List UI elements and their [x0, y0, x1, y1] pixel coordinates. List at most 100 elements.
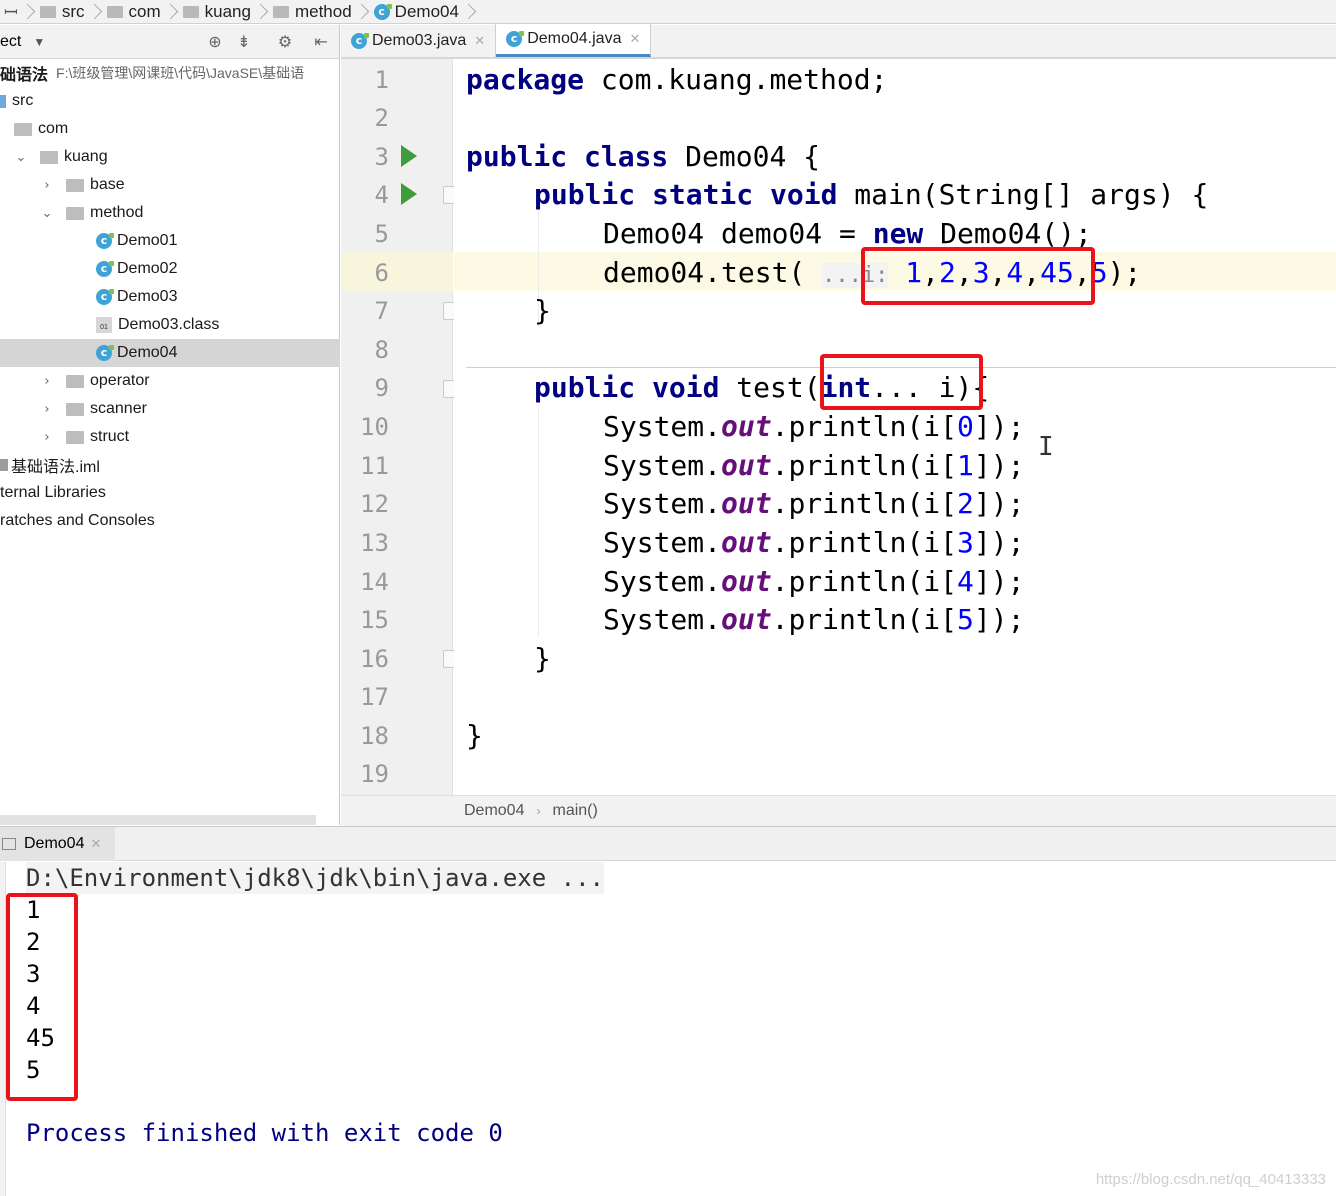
chevron-right-icon: ›: [536, 804, 541, 818]
tree-item-label: com: [38, 120, 69, 137]
code-line-13: System.out.println(i[3]);: [603, 526, 1025, 559]
chevron-down-icon[interactable]: ⌄: [12, 150, 30, 165]
tab-demo03-java[interactable]: c Demo03.java ✕: [341, 24, 497, 57]
project-toolbar: ect ▼ ⊕ ⇟ ⚙ ⇤: [0, 25, 339, 59]
tree-item-scratches[interactable]: ratches and Consoles: [0, 507, 340, 535]
line-number: 3: [374, 143, 389, 171]
nav-crumb-method[interactable]: method: [269, 2, 370, 22]
tree-item-demo03-class[interactable]: 01 Demo03.class: [0, 311, 340, 339]
tree-item-label: Demo01: [117, 232, 178, 249]
locate-icon[interactable]: ⊕: [206, 33, 224, 51]
tree-item-label: Demo03: [117, 288, 178, 305]
class-icon: c: [96, 261, 114, 277]
chevron-right-icon[interactable]: ›: [38, 178, 56, 193]
folder-icon: [14, 122, 32, 136]
code-line-14: System.out.println(i[4]);: [603, 565, 1025, 598]
nav-crumb-src[interactable]: src: [36, 2, 103, 22]
run-tab-label: Demo04: [24, 834, 85, 852]
folder-icon: [66, 430, 84, 444]
tree-item-com[interactable]: com: [0, 115, 340, 143]
chevron-right-icon[interactable]: ›: [38, 402, 56, 417]
chevron-right-icon[interactable]: ›: [38, 430, 56, 445]
tree-item-struct[interactable]: › struct: [0, 423, 340, 451]
project-panel: ect ▼ ⊕ ⇟ ⚙ ⇤ 础语法 F:\班级管理\网课班\代码\JavaSE\…: [0, 25, 340, 825]
project-view-selector[interactable]: ect: [0, 33, 21, 51]
code-line-4: public static void main(String[] args) {: [534, 178, 1209, 211]
tree-root-path: F:\班级管理\网课班\代码\JavaSE\基础语: [56, 65, 305, 81]
tree-item-method[interactable]: ⌄ method: [0, 199, 340, 227]
run-command-line: D:\Environment\jdk8\jdk\bin\java.exe ...: [26, 862, 604, 894]
nav-crumb-com[interactable]: com: [103, 2, 179, 22]
close-icon[interactable]: ✕: [90, 836, 101, 852]
line-number: 8: [374, 336, 389, 364]
class-icon: c: [351, 32, 369, 49]
code-line-11: System.out.println(i[1]);: [603, 449, 1025, 482]
tree-item-label: operator: [90, 372, 150, 389]
tree-item-root[interactable]: 础语法 F:\班级管理\网课班\代码\JavaSE\基础语: [0, 59, 340, 87]
tree-item-label: ternal Libraries: [0, 484, 106, 501]
folder-icon: [272, 5, 289, 18]
nav-crumb-kuang[interactable]: kuang: [179, 2, 269, 22]
folder-icon: [66, 402, 84, 416]
code-editor[interactable]: package com.kuang.method; public class D…: [454, 59, 1336, 795]
code-line-7: }: [534, 294, 551, 327]
chevron-down-icon[interactable]: ⌄: [38, 206, 56, 221]
tree-item-label: src: [12, 92, 34, 109]
folder-icon: [40, 150, 58, 164]
tree-item-src[interactable]: src: [0, 87, 340, 115]
args-highlight-box: [861, 247, 1095, 305]
class-icon: c: [373, 3, 392, 20]
tree-item-label: 基础语法.iml: [11, 459, 100, 476]
tree-item-operator[interactable]: › operator: [0, 367, 340, 395]
code-line-15: System.out.println(i[5]);: [603, 603, 1025, 636]
line-number-current: 6: [374, 259, 389, 287]
tree-item-external-libraries[interactable]: ternal Libraries: [0, 479, 340, 507]
folder-icon: [66, 178, 84, 192]
code-line-1: package com.kuang.method;: [466, 63, 888, 96]
folder-icon: [66, 206, 84, 220]
tree-item-iml[interactable]: 基础语法.iml: [0, 451, 340, 479]
binary-file-icon: 01: [96, 317, 112, 333]
code-line-12: System.out.println(i[2]);: [603, 487, 1025, 520]
run-panel: Demo04 ✕ D:\Environment\jdk8\jdk\bin\jav…: [0, 826, 1336, 1196]
run-main-icon[interactable]: [401, 183, 417, 205]
code-line-10: System.out.println(i[0]);: [603, 410, 1025, 443]
tree-item-demo01[interactable]: c Demo01: [0, 227, 340, 255]
tree-item-base[interactable]: › base: [0, 171, 340, 199]
tab-demo04-java[interactable]: c Demo04.java ✕: [496, 24, 652, 57]
nav-crumb-label: Demo04: [394, 1, 459, 21]
tree-item-label: Demo04: [117, 344, 178, 361]
line-number: 17: [360, 683, 389, 711]
breadcrumb-class[interactable]: Demo04: [464, 802, 524, 820]
collapse-all-icon[interactable]: ⇟: [235, 33, 253, 51]
nav-crumb-label: kuang: [204, 1, 251, 21]
gear-icon[interactable]: ⚙: [276, 33, 294, 51]
process-finished-message: Process finished with exit code 0: [26, 1119, 503, 1147]
tree-item-scanner[interactable]: › scanner: [0, 395, 340, 423]
line-number: 1: [374, 66, 389, 94]
indent-guide: [538, 405, 539, 637]
line-number: 2: [374, 104, 389, 132]
line-number: 5: [374, 220, 389, 248]
run-class-icon[interactable]: [401, 145, 417, 167]
tree-item-demo02[interactable]: c Demo02: [0, 255, 340, 283]
chevron-down-icon[interactable]: ▼: [33, 35, 45, 49]
breadcrumb-method[interactable]: main(): [552, 802, 597, 820]
close-icon[interactable]: ✕: [474, 33, 485, 49]
tree-item-kuang[interactable]: ⌄ kuang: [0, 143, 340, 171]
run-config-icon: [2, 837, 16, 850]
line-number: 12: [360, 490, 389, 518]
line-number: 13: [360, 529, 389, 557]
line-number: 11: [360, 452, 389, 480]
line-number: 15: [360, 606, 389, 634]
tree-item-demo03[interactable]: c Demo03: [0, 283, 340, 311]
close-icon[interactable]: ✕: [629, 31, 640, 47]
chevron-right-icon[interactable]: ›: [38, 374, 56, 389]
horizontal-scrollbar[interactable]: [0, 815, 316, 825]
run-tab-demo04[interactable]: Demo04 ✕: [0, 826, 116, 861]
tree-item-demo04[interactable]: c Demo04: [0, 339, 340, 367]
tab-label: Demo03.java: [372, 31, 467, 49]
nav-crumb-label: src: [61, 1, 85, 21]
nav-crumb-demo04[interactable]: c Demo04: [370, 2, 477, 22]
hide-panel-icon[interactable]: ⇤: [312, 33, 330, 51]
